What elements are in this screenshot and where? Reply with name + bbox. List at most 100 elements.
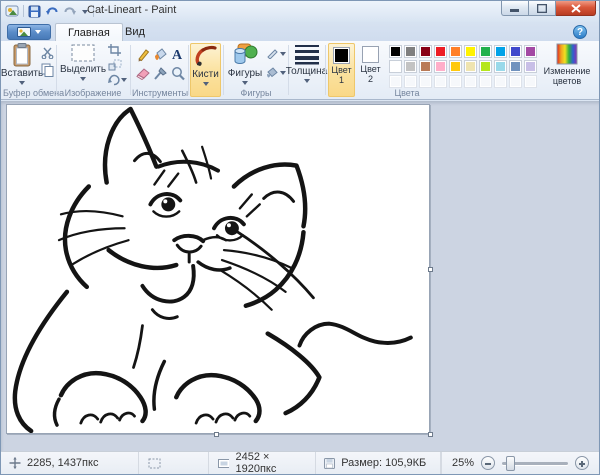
selection-size-section	[139, 452, 208, 474]
chevron-down-icon	[35, 30, 42, 35]
status-bar: 2285, 1437пкс 2452 × 1920пкс Размер: 105…	[1, 451, 599, 474]
palette-swatch[interactable]	[449, 45, 462, 58]
text-tool[interactable]: A	[170, 46, 184, 61]
palette-swatch[interactable]	[404, 60, 417, 73]
group-separator	[56, 45, 57, 95]
window-controls	[501, 1, 596, 16]
menu-icon	[17, 27, 31, 37]
palette-swatch-empty[interactable]	[494, 75, 507, 88]
palette-swatch[interactable]	[479, 60, 492, 73]
select-button[interactable]: Выделить	[61, 43, 105, 89]
brushes-button[interactable]: Кисти	[190, 43, 221, 97]
palette-swatch-empty[interactable]	[464, 75, 477, 88]
maximize-button[interactable]	[529, 1, 556, 16]
zoom-out-button[interactable]	[481, 456, 495, 470]
shapes-icon	[232, 43, 258, 67]
palette-swatch-empty[interactable]	[389, 75, 402, 88]
cut-button[interactable]	[41, 47, 54, 59]
chevron-down-icon	[121, 78, 127, 82]
ribbon-tab-row: Главная Вид ?	[1, 22, 599, 41]
canvas-resize-handle-right[interactable]	[428, 267, 433, 272]
shape-outline-button[interactable]	[266, 48, 286, 59]
paste-icon	[12, 43, 32, 67]
zoom-slider-thumb[interactable]	[506, 456, 515, 471]
zoom-in-button[interactable]	[575, 456, 589, 470]
svg-text:A: A	[172, 48, 183, 61]
quick-access-toolbar	[5, 3, 94, 19]
palette-swatch-empty[interactable]	[479, 75, 492, 88]
undo-icon[interactable]	[45, 5, 59, 18]
fill-tool[interactable]	[153, 47, 168, 62]
palette-swatch[interactable]	[494, 60, 507, 73]
title-bar: Cat-Lineart - Paint	[1, 1, 599, 22]
tab-view[interactable]: Вид	[113, 23, 157, 41]
drawing-canvas[interactable]	[6, 104, 430, 434]
shapes-group: Фигуры Фигуры	[225, 41, 287, 99]
rotate-button[interactable]	[108, 74, 127, 86]
app-icon[interactable]	[5, 4, 19, 18]
copy-button[interactable]	[41, 63, 54, 77]
palette-swatch[interactable]	[389, 60, 402, 73]
canvas-resize-handle-bottom[interactable]	[214, 432, 219, 437]
palette-swatch[interactable]	[494, 45, 507, 58]
palette-swatch[interactable]	[434, 45, 447, 58]
color-palette	[389, 45, 539, 90]
help-icon[interactable]: ?	[573, 25, 587, 39]
palette-swatch[interactable]	[524, 45, 537, 58]
workspace	[1, 101, 600, 453]
canvas-resize-handle-corner[interactable]	[428, 432, 433, 437]
palette-swatch[interactable]	[419, 45, 432, 58]
pencil-icon	[136, 47, 151, 62]
palette-swatch[interactable]	[389, 45, 402, 58]
minimize-button[interactable]	[501, 1, 529, 16]
palette-swatch[interactable]	[434, 60, 447, 73]
palette-swatch[interactable]	[524, 60, 537, 73]
paste-button[interactable]: Вставить	[4, 43, 40, 89]
chevron-down-icon	[203, 82, 209, 86]
paint-window: Cat-Lineart - Paint Главная Вид ? Вс	[0, 0, 600, 475]
edit-colors-button[interactable]: Изменение цветов	[545, 43, 589, 97]
palette-swatch[interactable]	[464, 60, 477, 73]
zoom-level: 25%	[442, 457, 474, 469]
palette-swatch[interactable]	[449, 60, 462, 73]
size-button[interactable]: Толщина	[290, 43, 323, 97]
redo-icon[interactable]	[63, 5, 77, 18]
resize-button[interactable]	[108, 59, 122, 71]
eyedropper-icon	[153, 66, 168, 81]
image-size-icon	[217, 458, 230, 469]
palette-swatch-empty[interactable]	[434, 75, 447, 88]
palette-swatch[interactable]	[419, 60, 432, 73]
close-button[interactable]	[556, 1, 596, 16]
crop-button[interactable]	[108, 44, 122, 56]
paint-menu-button[interactable]	[7, 24, 51, 40]
fill-style-icon	[266, 67, 279, 78]
shape-fill-button[interactable]	[266, 67, 286, 78]
chevron-down-icon	[80, 77, 86, 81]
palette-swatch[interactable]	[464, 45, 477, 58]
zoom-slider[interactable]	[502, 462, 568, 465]
eraser-tool[interactable]	[136, 67, 151, 80]
palette-swatch[interactable]	[479, 45, 492, 58]
palette-swatch-empty[interactable]	[524, 75, 537, 88]
palette-swatch-empty[interactable]	[509, 75, 522, 88]
divider	[23, 5, 24, 17]
palette-swatch[interactable]	[509, 60, 522, 73]
palette-swatch[interactable]	[404, 45, 417, 58]
palette-swatch-empty[interactable]	[419, 75, 432, 88]
window-title: Cat-Lineart - Paint	[87, 4, 176, 16]
color-picker-tool[interactable]	[153, 66, 168, 81]
palette-swatch-empty[interactable]	[404, 75, 417, 88]
brush-icon	[194, 44, 218, 68]
magnifier-tool[interactable]	[171, 66, 185, 81]
image-size-section: 2452 × 1920пкс	[209, 452, 317, 474]
shapes-button[interactable]: Фигуры	[227, 43, 263, 89]
edit-colors-icon	[556, 43, 578, 65]
pencil-tool[interactable]	[136, 47, 151, 62]
color1-swatch	[333, 47, 350, 64]
save-icon[interactable]	[28, 5, 41, 18]
crosshair-icon	[9, 457, 21, 469]
palette-swatch[interactable]	[509, 45, 522, 58]
palette-swatch-empty[interactable]	[449, 75, 462, 88]
select-icon	[70, 43, 96, 63]
fill-bucket-icon	[153, 47, 168, 62]
